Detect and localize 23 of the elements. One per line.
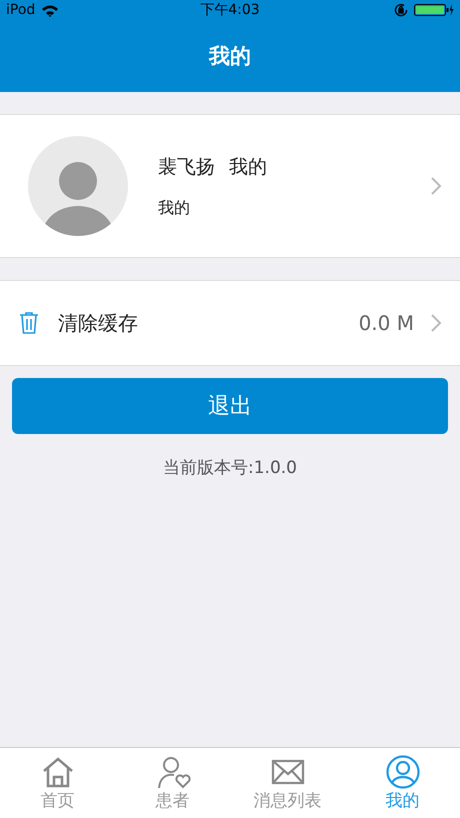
tab[interactable]: 我的 bbox=[345, 748, 460, 818]
user-role: 我的 bbox=[229, 154, 267, 180]
rotation-lock-icon bbox=[394, 3, 408, 17]
tab[interactable]: 首页 bbox=[0, 748, 115, 818]
user-subtitle: 我的 bbox=[158, 198, 191, 218]
user-circle-icon bbox=[384, 754, 420, 788]
status-time: 下午4:03 bbox=[200, 1, 260, 19]
wifi-icon bbox=[41, 4, 60, 16]
battery-icon bbox=[414, 3, 454, 17]
trash-icon bbox=[18, 311, 40, 335]
chevron-icon bbox=[430, 313, 442, 333]
tab[interactable]: 消息列表 bbox=[230, 748, 345, 818]
tab[interactable]: 患者 bbox=[115, 748, 230, 818]
setting-label: 清除缓存 bbox=[58, 310, 139, 336]
logout-button[interactable]: 退出 bbox=[12, 378, 448, 434]
user-name: 裴飞扬 bbox=[158, 154, 215, 180]
chevron-icon bbox=[430, 176, 442, 196]
version-label: 当前版本号:1.0.0 bbox=[162, 457, 298, 479]
carrier-label: iPod bbox=[6, 2, 36, 18]
nav-title: 我的 bbox=[209, 43, 251, 70]
clear-cache-row[interactable]: 清除缓存 0.0 M bbox=[0, 281, 460, 365]
setting-value: 0.0 M bbox=[358, 311, 414, 335]
profile-card[interactable]: 裴飞扬 我的 我的 bbox=[0, 114, 460, 258]
